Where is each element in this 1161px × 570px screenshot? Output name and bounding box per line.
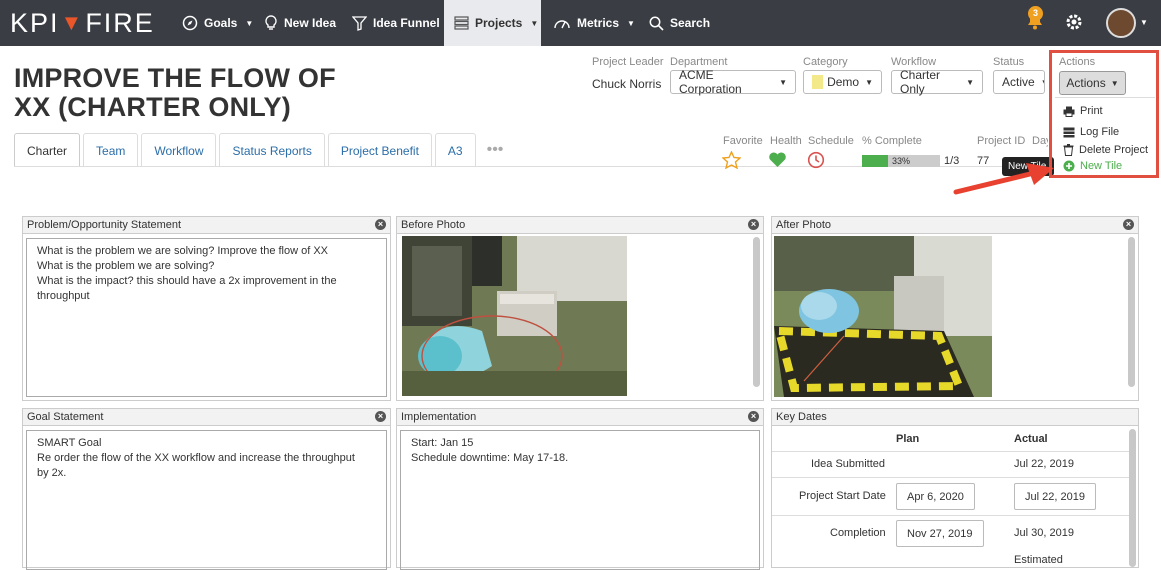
category-dropdown[interactable]: Demo ▼ <box>803 70 882 94</box>
nav-goals[interactable]: Goals ▼ <box>172 0 263 46</box>
health-label: Health <box>770 135 802 147</box>
projects-list-icon <box>454 16 469 30</box>
more-tabs-icon[interactable]: ••• <box>479 133 512 167</box>
lightbulb-icon <box>265 15 277 30</box>
clock-icon <box>807 151 825 169</box>
plan-column-header: Plan <box>896 433 920 445</box>
chevron-down-icon: ▼ <box>1110 78 1119 88</box>
estimated-label: Estimated <box>1014 554 1063 566</box>
actual-column-header: Actual <box>1014 433 1048 445</box>
implementation-panel: Implementation × Start: Jan 15 Schedule … <box>396 408 764 570</box>
chevron-down-icon: ▼ <box>1041 78 1044 87</box>
schedule-label: Schedule <box>808 135 854 147</box>
user-avatar[interactable] <box>1106 8 1136 38</box>
star-icon[interactable] <box>722 151 741 169</box>
key-dates-scrollbar[interactable] <box>1129 429 1136 567</box>
status-dropdown[interactable]: Active▼ <box>993 70 1045 94</box>
actions-menu: Print Log File Delete Project New Tile <box>1055 97 1155 175</box>
key-date-actual: Jul 22, 2019 <box>1014 458 1074 470</box>
project-id-label: Project ID <box>977 135 1026 147</box>
nav-search[interactable]: Search <box>639 0 720 46</box>
before-photo-scrollbar[interactable] <box>753 237 760 387</box>
tab-workflow[interactable]: Workflow <box>141 133 217 167</box>
project-leader-label: Project Leader <box>592 56 664 68</box>
close-icon[interactable]: × <box>748 219 759 230</box>
days-label: Day <box>1032 135 1048 147</box>
workflow-dropdown[interactable]: Charter Only ▼ <box>891 68 983 96</box>
tab-team[interactable]: Team <box>83 133 139 167</box>
red-arrow-annotation <box>953 163 1054 195</box>
close-icon[interactable]: × <box>375 219 386 230</box>
close-icon[interactable]: × <box>748 411 759 422</box>
chevron-down-icon: ▼ <box>627 18 635 28</box>
trash-icon <box>1063 144 1074 156</box>
printer-icon <box>1063 106 1075 117</box>
key-date-label: Idea Submitted <box>811 458 885 470</box>
chevron-down-icon: ▼ <box>530 18 539 28</box>
chevron-down-icon: ▼ <box>865 77 873 87</box>
gauge-icon <box>554 20 570 29</box>
key-date-label: Completion <box>830 527 886 539</box>
progress-bar: 33% <box>862 155 940 167</box>
chevron-down-icon: ▼ <box>779 77 787 87</box>
problem-statement-text[interactable]: What is the problem we are solving? Impr… <box>26 238 387 397</box>
close-icon[interactable]: × <box>1123 219 1134 230</box>
completion-plan-date[interactable]: Nov 27, 2019 <box>896 520 984 547</box>
tab-project-benefit[interactable]: Project Benefit <box>327 133 432 167</box>
page-title: IMPROVE THE FLOW OF XX (CHARTER ONLY) <box>14 63 336 122</box>
menu-item-print[interactable]: Print <box>1063 105 1103 117</box>
notification-badge: 3 <box>1028 6 1043 21</box>
project-leader-value: Chuck Norris <box>592 77 662 91</box>
key-dates-panel: Key Dates Plan Actual Idea Submitted Jul… <box>771 408 1139 568</box>
heart-icon <box>769 152 786 167</box>
funnel-icon <box>352 15 367 31</box>
project-start-plan-date[interactable]: Apr 6, 2020 <box>896 483 975 510</box>
compass-icon <box>182 15 198 31</box>
progress-percent: 33% <box>891 156 910 166</box>
plus-circle-icon <box>1063 160 1075 172</box>
after-photo-panel: After Photo × <box>771 216 1139 401</box>
before-photo-panel: Before Photo × <box>396 216 764 401</box>
problem-statement-panel: Problem/Opportunity Statement × What is … <box>22 216 391 401</box>
menu-item-delete-project[interactable]: Delete Project <box>1063 144 1148 156</box>
key-date-label: Project Start Date <box>799 490 886 502</box>
completion-actual-date: Jul 30, 2019 <box>1014 527 1074 539</box>
project-start-actual-date[interactable]: Jul 22, 2019 <box>1014 483 1096 510</box>
menu-item-log-file[interactable]: Log File <box>1063 126 1119 138</box>
actions-button[interactable]: Actions ▼ <box>1059 71 1126 95</box>
department-label: Department <box>670 56 728 68</box>
chevron-down-icon: ▼ <box>966 77 974 87</box>
status-label: Status <box>993 56 1025 68</box>
after-photo-image[interactable] <box>774 236 992 397</box>
before-photo-image[interactable] <box>402 236 627 396</box>
chevron-down-icon: ▼ <box>245 18 254 28</box>
menu-item-new-tile[interactable]: New Tile <box>1063 160 1122 172</box>
nav-projects[interactable]: Projects ▼ <box>444 0 541 46</box>
nav-new-idea[interactable]: New Idea <box>254 0 346 46</box>
workflow-label: Workflow <box>891 56 937 68</box>
server-icon <box>1063 127 1075 137</box>
tab-a3[interactable]: A3 <box>434 133 476 167</box>
tab-charter[interactable]: Charter <box>14 133 81 167</box>
close-icon[interactable]: × <box>375 411 386 422</box>
goal-statement-text[interactable]: SMART Goal Re order the flow of the XX w… <box>26 430 387 570</box>
category-color-swatch <box>812 75 824 89</box>
category-label: Category <box>803 56 848 68</box>
chevron-down-icon[interactable]: ▼ <box>1140 18 1148 27</box>
favorite-label: Favorite <box>723 135 763 147</box>
flame-icon: ▼ <box>60 10 85 35</box>
gear-icon[interactable] <box>1064 12 1084 32</box>
department-dropdown[interactable]: ACME Corporation ▼ <box>670 68 796 96</box>
percent-complete-label: % Complete <box>862 135 922 147</box>
implementation-text[interactable]: Start: Jan 15 Schedule downtime: May 17-… <box>400 430 760 570</box>
goal-statement-panel: Goal Statement × SMART Goal Re order the… <box>22 408 391 570</box>
after-photo-scrollbar[interactable] <box>1128 237 1135 387</box>
project-tabs: Charter Team Workflow Status Reports Pro… <box>14 133 511 167</box>
nav-metrics[interactable]: Metrics ▼ <box>543 0 645 46</box>
nav-idea-funnel[interactable]: Idea Funnel <box>342 0 450 46</box>
search-icon <box>649 16 664 31</box>
kpifire-logo[interactable]: KPI ▼ FIRE <box>10 8 155 38</box>
tab-status-reports[interactable]: Status Reports <box>219 133 325 167</box>
